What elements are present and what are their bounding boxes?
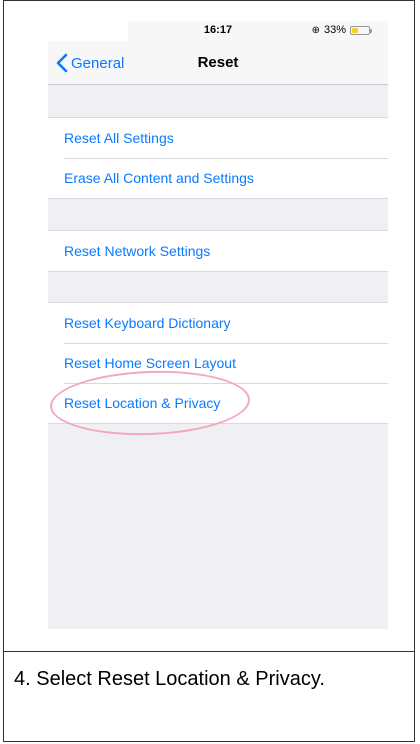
status-right: ⊕ 33% — [311, 24, 372, 36]
battery-icon — [350, 25, 372, 35]
reset-location-privacy-row[interactable]: Reset Location & Privacy — [48, 383, 388, 423]
page-title: Reset — [197, 54, 239, 71]
reset-keyboard-dictionary-row[interactable]: Reset Keyboard Dictionary — [48, 303, 388, 343]
settings-group-2: Reset Network Settings — [48, 230, 388, 272]
settings-group-3: Reset Keyboard Dictionary Reset Home Scr… — [48, 302, 388, 424]
rotation-lock-icon: ⊕ — [311, 24, 320, 36]
erase-all-content-row[interactable]: Erase All Content and Settings — [48, 158, 388, 198]
instruction-caption: 4. Select Reset Location & Privacy. — [14, 668, 325, 690]
row-label: Erase All Content and Settings — [64, 170, 254, 186]
settings-group-1: Reset All Settings Erase All Content and… — [48, 117, 388, 199]
caption-divider — [4, 651, 414, 652]
instruction-frame: 16:17 ⊕ 33% General Reset Reset All Sett… — [3, 0, 415, 742]
phone-screenshot: 16:17 ⊕ 33% General Reset Reset All Sett… — [48, 21, 388, 629]
row-label: Reset Home Screen Layout — [64, 355, 236, 371]
reset-network-settings-row[interactable]: Reset Network Settings — [48, 231, 388, 271]
battery-percent: 33% — [323, 24, 346, 36]
reset-all-settings-row[interactable]: Reset All Settings — [48, 118, 388, 158]
navigation-bar: General Reset — [48, 41, 388, 85]
reset-home-screen-layout-row[interactable]: Reset Home Screen Layout — [48, 343, 388, 383]
row-label: Reset Location & Privacy — [64, 395, 221, 411]
status-bar: 16:17 ⊕ 33% — [48, 21, 388, 41]
row-label: Reset All Settings — [64, 130, 174, 146]
row-label: Reset Network Settings — [64, 243, 211, 259]
row-label: Reset Keyboard Dictionary — [64, 315, 231, 331]
